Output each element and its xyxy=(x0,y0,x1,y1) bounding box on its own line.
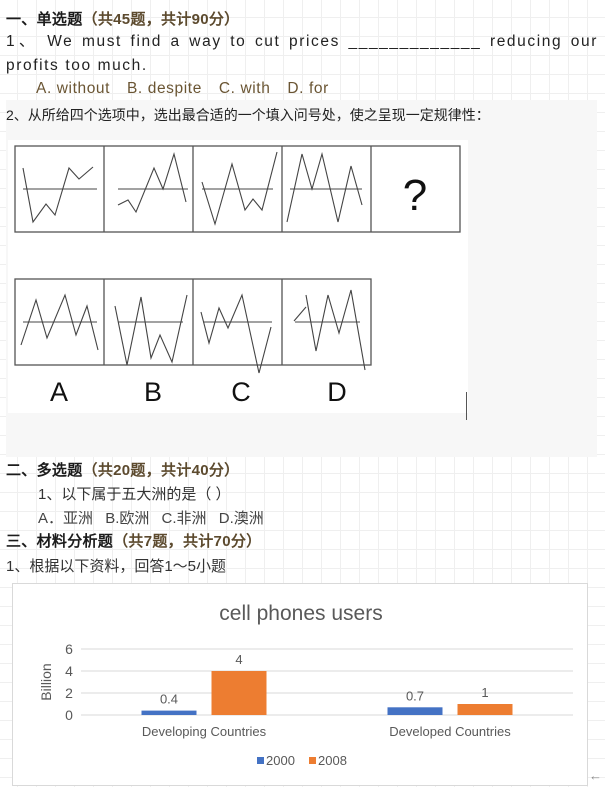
legend-label-2008: 2008 xyxy=(318,753,347,768)
multi-option-d[interactable]: D.澳洲 xyxy=(219,510,264,527)
bar-2008-1 xyxy=(457,704,513,715)
option-a[interactable]: A. without xyxy=(36,80,110,97)
section1-heading-title: 一、单选题 xyxy=(6,11,83,28)
option-b[interactable]: B. despite xyxy=(127,80,202,97)
bar-2000-0 xyxy=(141,710,197,715)
y-tick-label: 0 xyxy=(65,707,73,723)
question-1-options: A. without B. despite C. with D. for xyxy=(36,80,341,98)
legend-label-2000: 2000 xyxy=(266,753,295,768)
pattern-figure: ? A B C D xyxy=(8,140,468,413)
material-question-1-text: 1、根据以下资料，回答1～5小题 xyxy=(6,558,227,575)
y-tick-label: 4 xyxy=(65,663,73,679)
option-figure-a[interactable] xyxy=(20,293,99,351)
section1-heading-meta: （共45题，共计90分） xyxy=(82,11,240,28)
bar-2000-1 xyxy=(387,707,443,715)
multi-question-1-options: A．亚洲 B.欧洲 C.非洲 D.澳洲 xyxy=(38,507,272,528)
option-label-c: C xyxy=(231,377,251,407)
multi-option-b[interactable]: B.欧洲 xyxy=(105,510,149,527)
multi-option-c[interactable]: C.非洲 xyxy=(162,510,207,527)
legend-swatch-2000 xyxy=(257,757,264,764)
section2-heading-meta: （共20题，共计40分） xyxy=(82,462,240,479)
pattern-figure-3 xyxy=(201,151,278,226)
bar-2008-0 xyxy=(211,671,267,715)
section2-heading-title: 二、多选题 xyxy=(6,462,83,479)
pattern-figure-svg: ? A B C D xyxy=(14,145,461,407)
text-cursor xyxy=(466,392,467,420)
x-category-label: Developing Countries xyxy=(142,724,267,739)
multi-question-1-text: 1、以下属于五大洲的是（ ） xyxy=(38,486,231,503)
option-figure-b[interactable] xyxy=(114,294,188,366)
section2-heading: 二、多选题（共20题，共计40分） xyxy=(6,459,240,480)
section3-heading-title: 三、材料分析题 xyxy=(6,533,114,550)
option-c[interactable]: C. with xyxy=(219,80,271,97)
section3-heading-meta: （共7题，共计70分） xyxy=(113,533,262,550)
data-label: 0.7 xyxy=(406,688,424,703)
y-tick-label: 6 xyxy=(65,641,73,657)
data-label: 1 xyxy=(481,685,488,700)
option-figure-c[interactable] xyxy=(200,293,272,374)
option-label-a: A xyxy=(50,377,68,407)
chart-title: cell phones users xyxy=(219,602,382,625)
question-mark: ? xyxy=(403,171,427,220)
question-1-text: 1、 We must find a way to cut prices ____… xyxy=(6,33,598,74)
chart-container: cell phones users Billion 0 2 4 6 0.4 4 Devel… xyxy=(12,583,588,786)
section1-heading: 一、单选题（共45题，共计90分） xyxy=(6,8,240,29)
question-2-text: 2、从所给四个选项中，选出最合适的一个填入问号处，使之呈现一定规律性： xyxy=(6,107,490,123)
data-label: 0.4 xyxy=(160,692,178,707)
back-arrow-icon[interactable]: ← xyxy=(589,769,602,783)
y-axis-label: Billion xyxy=(38,663,54,700)
legend-swatch-2008 xyxy=(309,757,316,764)
pattern-figure-2 xyxy=(117,151,188,214)
multi-option-a[interactable]: A．亚洲 xyxy=(38,510,93,527)
section3-heading: 三、材料分析题（共7题，共计70分） xyxy=(6,530,261,551)
option-label-b: B xyxy=(144,377,162,407)
option-label-d: D xyxy=(327,377,347,407)
bar-chart: cell phones users Billion 0 2 4 6 0.4 4 Devel… xyxy=(38,602,573,768)
x-category-label: Developed Countries xyxy=(389,724,511,739)
y-tick-label: 2 xyxy=(65,685,73,701)
data-label: 4 xyxy=(235,652,242,667)
option-figure-d[interactable] xyxy=(293,289,366,371)
pattern-figure-1 xyxy=(22,166,97,224)
option-d[interactable]: D. for xyxy=(287,80,329,97)
pattern-figure-4 xyxy=(286,151,363,223)
